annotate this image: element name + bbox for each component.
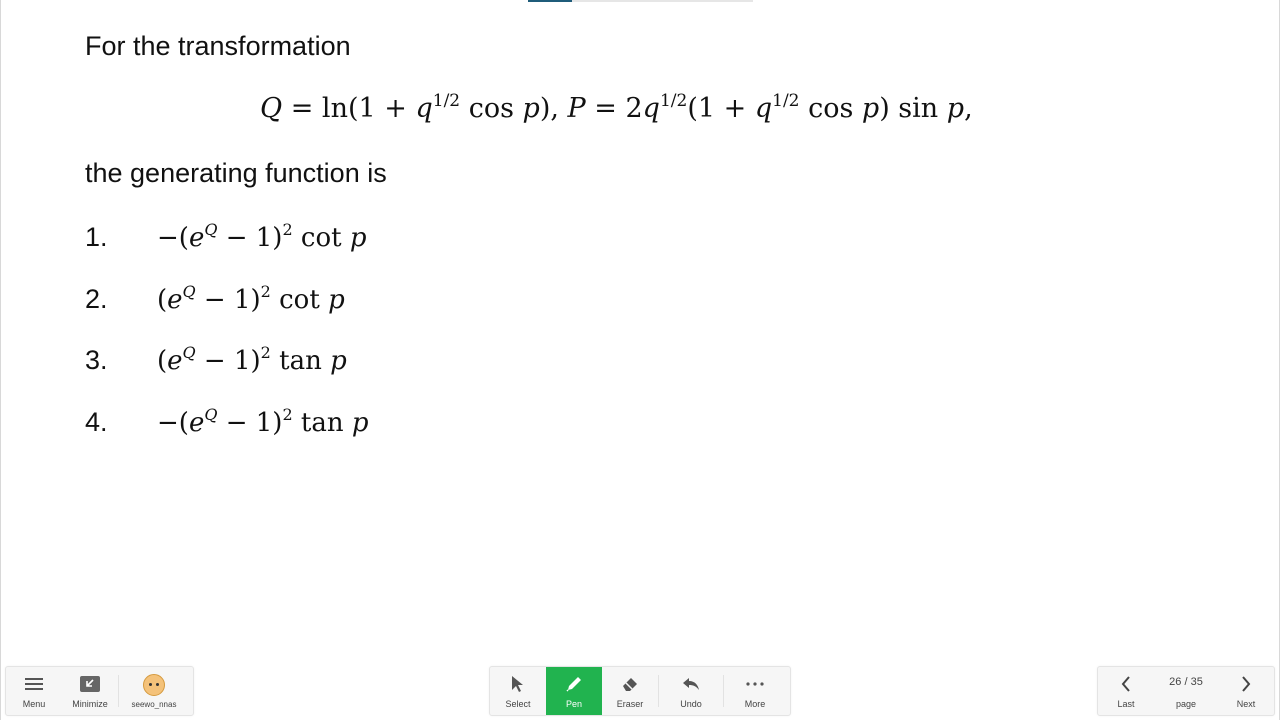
option-2: 2. (eQ − 1)2 cot p xyxy=(85,282,345,315)
page-number: 26 / 35 xyxy=(1169,676,1203,688)
minimize-button[interactable]: Minimize xyxy=(62,667,118,715)
option-1: 1. −(eQ − 1)2 cot p xyxy=(85,220,367,253)
option-number: 4. xyxy=(85,407,108,437)
next-label: Next xyxy=(1236,699,1256,709)
eraser-label: Eraser xyxy=(616,699,644,709)
option-number: 2. xyxy=(85,284,108,314)
undo-label: Undo xyxy=(680,699,702,709)
minimize-label: Minimize xyxy=(72,699,108,709)
pen-tool-button[interactable]: Pen xyxy=(546,667,602,715)
cursor-arrow-icon xyxy=(511,673,525,695)
select-label: Select xyxy=(505,699,531,709)
option-3: 3. (eQ − 1)2 tan p xyxy=(85,343,347,376)
option-4: 4. −(eQ − 1)2 tan p xyxy=(85,405,369,438)
hamburger-icon xyxy=(25,673,43,695)
chevron-right-icon xyxy=(1241,673,1251,695)
avatar-icon xyxy=(143,674,165,696)
left-toolbar: Menu Minimize seewo_nnas xyxy=(5,666,194,716)
pen-label: Pen xyxy=(565,699,582,709)
pen-icon xyxy=(565,673,583,695)
page-indicator[interactable]: 26 / 35 page xyxy=(1154,667,1218,715)
option-expression: −(eQ − 1)2 tan p xyxy=(157,405,369,438)
left-edge xyxy=(0,0,1,720)
user-button[interactable]: seewo_nnas xyxy=(119,667,189,715)
last-label: Last xyxy=(1117,699,1135,709)
right-toolbar: Last 26 / 35 page Next xyxy=(1097,666,1275,716)
option-expression: −(eQ − 1)2 cot p xyxy=(157,220,367,253)
more-button[interactable]: More xyxy=(724,667,786,715)
eraser-tool-button[interactable]: Eraser xyxy=(602,667,658,715)
chevron-left-icon xyxy=(1121,673,1131,695)
menu-button[interactable]: Menu xyxy=(6,667,62,715)
option-expression: (eQ − 1)2 cot p xyxy=(157,282,345,315)
intro-text: For the transformation xyxy=(85,31,351,61)
undo-arrow-icon xyxy=(682,673,700,695)
undo-button[interactable]: Undo xyxy=(659,667,723,715)
transformation-equation: Q = ln(1 + q1/2 cos p), P = 2q1/2(1 + q1… xyxy=(260,91,973,124)
user-label: seewo_nnas xyxy=(131,700,177,709)
minimize-icon xyxy=(80,673,100,695)
menu-label: Menu xyxy=(22,699,46,709)
generating-function-text: the generating function is xyxy=(85,158,387,188)
last-page-button[interactable]: Last xyxy=(1098,667,1154,715)
option-number: 1. xyxy=(85,222,108,252)
center-toolbar: Select Pen Eraser Undo More xyxy=(489,666,791,716)
more-label: More xyxy=(744,699,766,709)
option-expression: (eQ − 1)2 tan p xyxy=(157,343,347,376)
option-number: 3. xyxy=(85,345,108,375)
eraser-icon xyxy=(621,673,639,695)
next-page-button[interactable]: Next xyxy=(1218,667,1274,715)
select-tool-button[interactable]: Select xyxy=(490,667,546,715)
more-dots-icon xyxy=(746,673,764,695)
top-progress-active xyxy=(528,0,572,2)
top-progress-indicator xyxy=(528,0,753,2)
avatar xyxy=(143,674,165,696)
page-label: page xyxy=(1175,699,1197,709)
